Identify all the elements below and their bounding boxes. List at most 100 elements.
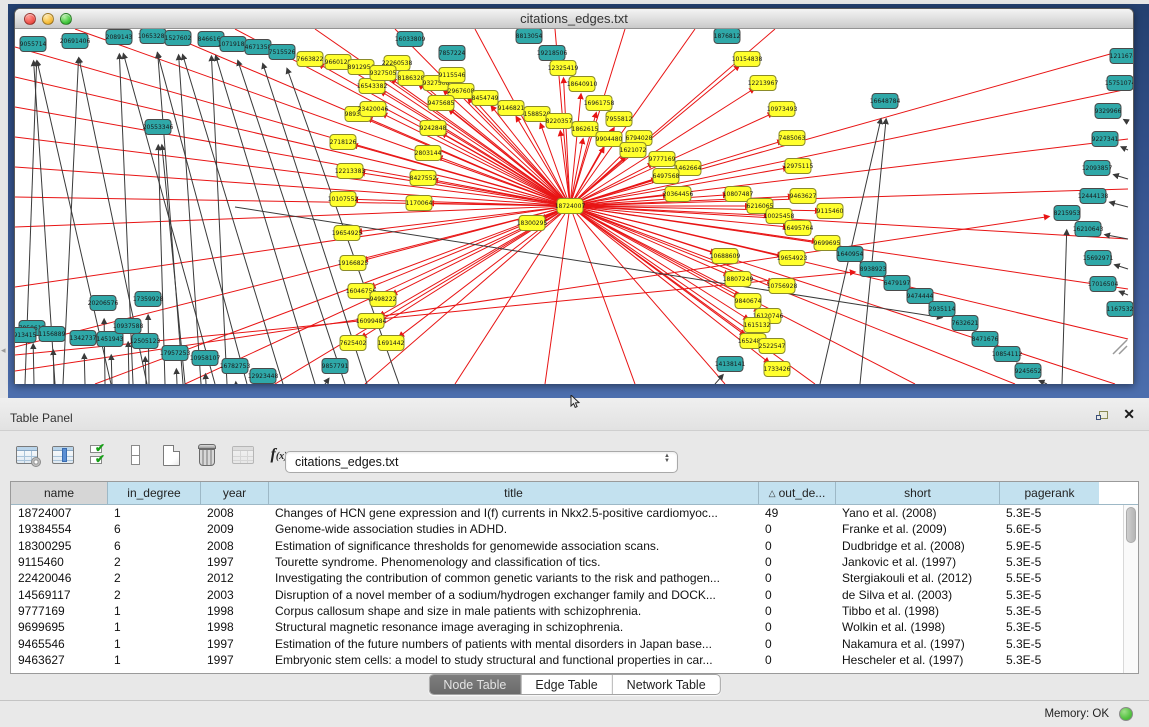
column-header-year[interactable]: year (200, 482, 268, 504)
tab-node-table[interactable]: Node Table (429, 675, 520, 694)
graph-node[interactable]: 20691406 (60, 34, 91, 49)
graph-node[interactable]: 12325419 (548, 61, 579, 76)
graph-node[interactable]: 9227341 (1092, 132, 1119, 147)
graph-node[interactable]: 4671358 (245, 40, 272, 55)
table-scrollbar[interactable] (1123, 505, 1138, 673)
table-row[interactable]: 1456911722003Disruption of a novel membe… (11, 586, 1138, 602)
graph-node[interactable]: 7663822 (297, 52, 324, 67)
graph-node[interactable]: 12444138 (1078, 189, 1109, 204)
graph-node[interactable]: 10937588 (113, 319, 144, 334)
graph-node[interactable]: 17957253 (160, 346, 191, 361)
graph-node[interactable]: 19654925 (332, 226, 363, 241)
table-row[interactable]: 2242004622012Investigating the contribut… (11, 570, 1138, 586)
graph-node[interactable]: 12213967 (748, 76, 779, 91)
graph-node[interactable]: 8813054 (516, 29, 543, 44)
table-selector-dropdown[interactable]: citations_edges.txt ▲▼ (285, 451, 678, 473)
graph-node[interactable]: 9475685 (428, 96, 455, 111)
graph-node[interactable]: 18807249 (723, 272, 754, 287)
graph-node[interactable]: 8471676 (972, 332, 999, 347)
column-header-title[interactable]: title (268, 482, 758, 504)
graph-node[interactable]: 9115546 (439, 68, 466, 83)
table-row[interactable]: 946362711997Embryonic stem cells: a mode… (11, 652, 1138, 668)
graph-node[interactable]: 16961758 (584, 96, 615, 111)
column-header-in_degree[interactable]: in_degree (107, 482, 200, 504)
graph-node[interactable]: 8220357 (546, 114, 573, 129)
graph-node[interactable]: 12975115 (783, 159, 814, 174)
graph-node[interactable]: 16782753 (220, 359, 251, 374)
graph-node[interactable]: 1691442 (378, 336, 405, 351)
graph-node[interactable]: 1342737 (70, 331, 97, 346)
table-row[interactable]: 911546021997Tourette syndrome. Phenomeno… (11, 554, 1138, 570)
tab-network-table[interactable]: Network Table (612, 675, 720, 694)
graph-node[interactable]: 9904480 (596, 132, 623, 147)
graph-node[interactable]: 9857791 (322, 359, 349, 374)
graph-node[interactable]: 9115460 (817, 204, 844, 219)
memory-status-icon[interactable] (1119, 707, 1133, 721)
column-header-name[interactable]: name (11, 482, 107, 504)
graph-node[interactable]: 1170064 (406, 196, 433, 211)
graph-node[interactable]: 7955812 (606, 112, 633, 127)
check-rows-icon[interactable]: ✔✔ (86, 442, 112, 468)
graph-node[interactable]: 18640910 (567, 77, 598, 92)
graph-node[interactable]: 12093857 (1082, 161, 1113, 176)
graph-node[interactable]: 9840674 (735, 294, 762, 309)
graph-node[interactable]: 9245652 (1015, 364, 1042, 379)
graph-node[interactable]: 9463627 (790, 189, 817, 204)
graph-node[interactable]: 20364456 (663, 187, 694, 202)
graph-node[interactable]: 1733426 (764, 362, 791, 377)
window-titlebar[interactable]: citations_edges.txt (15, 9, 1133, 29)
graph-node[interactable]: 19218506 (537, 46, 568, 61)
graph-node[interactable]: 2089143 (106, 30, 133, 45)
table-row[interactable]: 1938455462009Genome-wide association stu… (11, 521, 1138, 537)
graph-node[interactable]: 12923448 (248, 369, 279, 384)
column-header-out_de[interactable]: △out_de... (758, 482, 835, 504)
graph-node[interactable]: 2522547 (759, 339, 786, 354)
table-settings-icon[interactable] (14, 442, 40, 468)
graph-node[interactable]: 8938923 (860, 262, 887, 277)
graph-node[interactable]: 18300295 (517, 216, 548, 231)
graph-node[interactable]: 7632621 (952, 316, 979, 331)
graph-node[interactable]: 20553346 (143, 120, 174, 135)
graph-node[interactable]: 7485063 (779, 131, 806, 146)
table-row[interactable]: 1872400712008Changes of HCN gene express… (11, 505, 1138, 521)
new-document-icon[interactable] (158, 442, 184, 468)
graph-node[interactable]: 1615132 (744, 318, 771, 333)
graph-node[interactable]: 9146821 (498, 101, 525, 116)
graph-node[interactable]: 7625402 (340, 336, 367, 351)
graph-node[interactable]: 16495764 (783, 221, 814, 236)
graph-node[interactable]: 15751074 (1105, 76, 1133, 91)
graph-node[interactable]: 14138141 (715, 357, 746, 372)
graph-node[interactable]: 10688609 (710, 249, 741, 264)
graph-node[interactable]: 1211674 (1110, 49, 1133, 64)
graph-node[interactable]: 10973493 (767, 102, 798, 117)
graph-node[interactable]: 9474444 (907, 289, 934, 304)
graph-node[interactable]: 12505123 (130, 334, 161, 349)
network-view[interactable]: 9055714206914062089143106532871527602846… (15, 29, 1133, 384)
close-panel-icon[interactable]: ✕ (1123, 407, 1135, 421)
graph-node[interactable]: 10854112 (992, 347, 1023, 362)
graph-node[interactable]: 23420046 (358, 102, 389, 117)
graph-node[interactable]: 8215953 (1054, 206, 1081, 221)
table-row[interactable]: 969969511998Structural magnetic resonanc… (11, 619, 1138, 635)
table-row[interactable]: 1830029562008Estimation of significance … (11, 538, 1138, 554)
graph-node[interactable]: 12213383 (335, 164, 366, 179)
graph-node[interactable]: 1167532 (1107, 302, 1133, 317)
graph-node[interactable]: 6479197 (884, 276, 911, 291)
float-panel-icon[interactable] (1096, 411, 1109, 423)
graph-node[interactable]: 7515526 (269, 45, 296, 60)
graph-node[interactable]: 1876812 (714, 29, 741, 44)
table-row[interactable]: 946554611997Estimation of the future num… (11, 635, 1138, 651)
graph-node[interactable]: 16210643 (1073, 222, 1104, 237)
graph-node[interactable]: 9329966 (1095, 104, 1122, 119)
panel-collapse-arrow[interactable]: ◂ (1, 345, 6, 356)
graph-node[interactable]: 10107552 (328, 192, 359, 207)
network-canvas[interactable]: 9055714206914062089143106532871527602846… (15, 29, 1133, 384)
graph-node[interactable]: 2718126 (330, 135, 357, 150)
graph-node[interactable]: 9498222 (370, 292, 397, 307)
graph-node[interactable]: 20206576 (88, 296, 119, 311)
graph-node[interactable]: 6497568 (653, 169, 680, 184)
delete-icon[interactable] (194, 442, 220, 468)
tab-edge-table[interactable]: Edge Table (520, 675, 611, 694)
graph-node[interactable]: 9327505 (370, 66, 397, 81)
graph-node[interactable]: 1156889 (39, 327, 66, 342)
